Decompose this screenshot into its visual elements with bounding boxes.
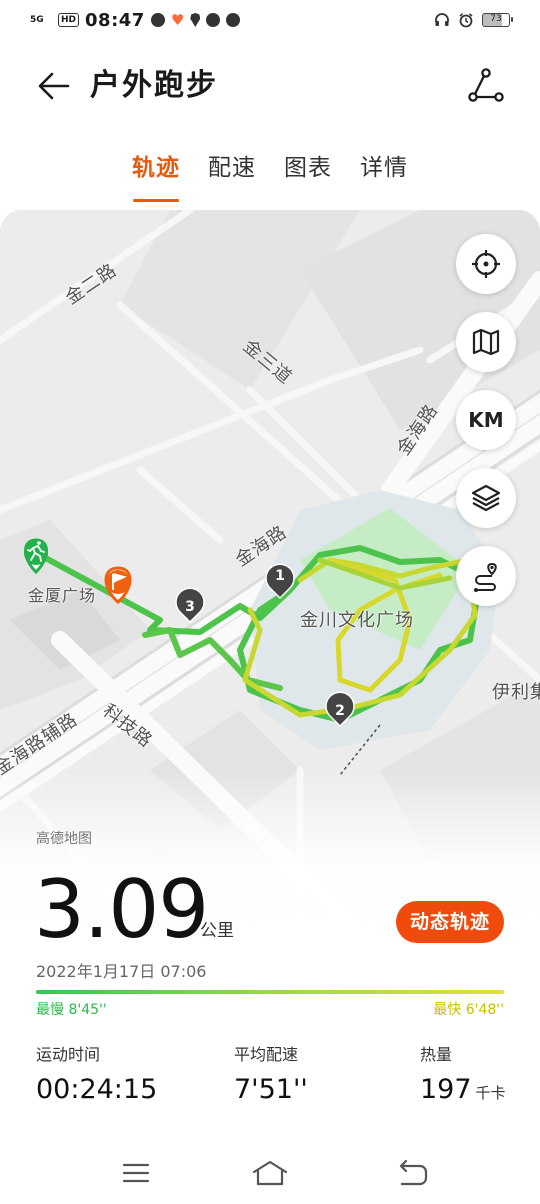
poi-label-park: 金川文化广场 (300, 610, 414, 631)
locate-button[interactable] (456, 234, 516, 294)
km-label: KM (468, 408, 504, 432)
route-pin-icon (474, 562, 497, 592)
map-credit: 高德地图 (36, 831, 92, 847)
tab-track[interactable]: 轨迹 (130, 150, 182, 202)
road-label-yili: 伊利集 (492, 682, 540, 703)
km-marker-3-label: 3 (185, 599, 195, 615)
back-button[interactable] (34, 66, 74, 106)
menu-icon (122, 1163, 150, 1183)
headphones-icon (435, 13, 449, 26)
page-title: 户外跑步 (90, 68, 218, 103)
status-bar-right: 73 (434, 8, 513, 32)
alarm-icon (459, 13, 473, 28)
pace-slowest: 最慢 8'45'' (36, 1002, 107, 1018)
stat-calories-label: 热量 (420, 1045, 453, 1064)
pace-fastest: 最快 6'48'' (433, 1002, 504, 1018)
locate-icon (472, 250, 500, 278)
stat-calories-row: 197 千卡 (420, 1072, 506, 1111)
map-type-button[interactable] (456, 312, 516, 372)
layers-button[interactable] (456, 468, 516, 528)
notification-icon (150, 13, 165, 27)
stat-duration-value: 00:24:15 (36, 1074, 158, 1105)
stat-avg-pace-value: 7'51'' (234, 1074, 308, 1105)
stat-calories-unit: 千卡 (475, 1084, 506, 1102)
health-icon: ♥ (170, 11, 185, 29)
search-app-icon (226, 13, 241, 27)
system-nav-bar (0, 1140, 540, 1204)
location-icon (190, 13, 201, 27)
tab-details[interactable]: 详情 (358, 150, 410, 196)
layers-icon (471, 484, 501, 512)
back-nav-button[interactable] (392, 1158, 432, 1188)
tab-pace[interactable]: 配速 (206, 150, 258, 196)
status-bar: 5G HD 08:47 ♥ 73 (0, 0, 540, 40)
home-nav-button[interactable] (250, 1158, 290, 1188)
route-icon (468, 68, 504, 102)
status-time: 08:47 (85, 9, 145, 31)
km-marker-2-label: 2 (335, 703, 345, 719)
distance-value: 3.09 (34, 863, 209, 956)
tab-chart[interactable]: 图表 (282, 150, 334, 196)
stat-calories-value: 197 (420, 1074, 472, 1105)
poi-label-building: 金厦广场 (28, 586, 97, 605)
status-bar-left: 5G HD 08:47 ♥ (30, 8, 241, 32)
network-indicator: 5G (30, 14, 44, 25)
route-points-button[interactable] (456, 546, 516, 606)
stat-avg-pace-label: 平均配速 (234, 1045, 299, 1064)
km-marker-1-label: 1 (275, 568, 285, 584)
return-icon (399, 1159, 428, 1186)
replay-track-button[interactable]: 动态轨迹 (396, 901, 504, 943)
header: 户外跑步 (0, 52, 540, 120)
pace-gradient-bar (36, 990, 504, 994)
hd-badge: HD (58, 13, 80, 27)
stat-calories: 热量 197 千卡 (420, 1044, 506, 1111)
map-icon (472, 328, 500, 356)
back-arrow-icon (38, 72, 70, 100)
km-toggle-button[interactable]: KM (456, 390, 516, 450)
stat-avg-pace: 平均配速 7'51'' (234, 1044, 308, 1108)
home-icon (252, 1160, 288, 1186)
stat-duration-label: 运动时间 (36, 1045, 101, 1064)
workout-datetime: 2022年1月17日 07:06 (36, 962, 207, 981)
menu-nav-button[interactable] (116, 1158, 156, 1188)
battery-icon: 73 (482, 13, 513, 27)
distance-unit: 公里 (200, 921, 234, 941)
route-share-button[interactable] (466, 66, 506, 106)
stat-duration: 运动时间 00:24:15 (36, 1044, 157, 1108)
tab-bar: 轨迹 配速 图表 详情 (0, 150, 540, 202)
app-notification-icon (206, 13, 221, 27)
